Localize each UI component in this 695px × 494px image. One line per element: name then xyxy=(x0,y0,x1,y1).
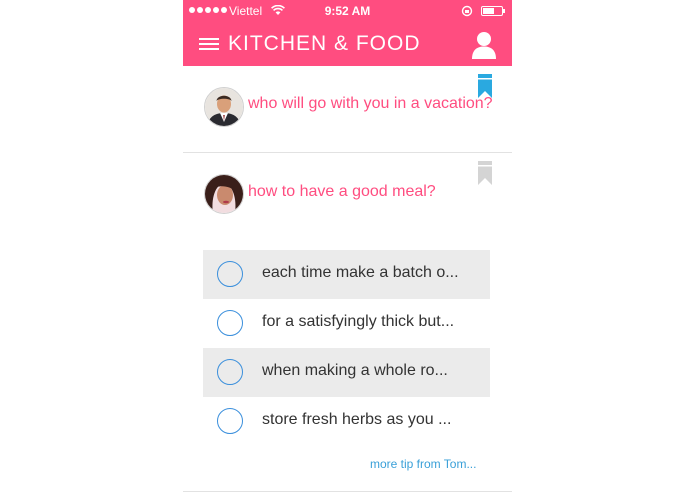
question-card: who will go with you in a vacation? xyxy=(183,66,512,153)
tip-text: for a satisfyingly thick but... xyxy=(262,313,455,330)
phone-screen: Viettel 9:52 AM KITCHEN & FOOD who will … xyxy=(183,0,512,494)
rotation-lock-icon xyxy=(461,5,473,20)
battery-fill xyxy=(483,8,494,14)
hamburger-menu-icon[interactable] xyxy=(199,38,219,50)
tip-text: each time make a batch o... xyxy=(262,264,459,281)
tip-text: when making a whole ro... xyxy=(262,362,448,379)
status-bar: Viettel 9:52 AM xyxy=(183,0,512,22)
profile-icon[interactable] xyxy=(471,31,497,64)
nav-bar: KITCHEN & FOOD xyxy=(183,22,512,66)
tip-option[interactable]: store fresh herbs as you ... xyxy=(203,397,490,446)
radio-circle-icon[interactable] xyxy=(217,310,243,336)
question-text[interactable]: how to have a good meal? xyxy=(248,183,436,201)
radio-circle-icon[interactable] xyxy=(217,359,243,385)
radio-circle-icon[interactable] xyxy=(217,408,243,434)
tip-option[interactable]: each time make a batch o... xyxy=(203,250,490,299)
tip-list: each time make a batch o... for a satisf… xyxy=(203,250,490,446)
top-bar: Viettel 9:52 AM KITCHEN & FOOD xyxy=(183,0,512,66)
tip-option[interactable]: for a satisfyingly thick but... xyxy=(203,299,490,348)
bookmark-icon[interactable] xyxy=(478,161,492,190)
question-card: how to have a good meal? each time make … xyxy=(183,153,512,491)
radio-circle-icon[interactable] xyxy=(217,261,243,287)
tip-text: store fresh herbs as you ... xyxy=(262,411,452,428)
battery-icon xyxy=(481,6,505,16)
divider xyxy=(183,491,512,492)
question-text[interactable]: who will go with you in a vacation? xyxy=(248,95,493,113)
woman-avatar[interactable] xyxy=(204,174,244,214)
page-title: KITCHEN & FOOD xyxy=(228,32,421,55)
man-avatar[interactable] xyxy=(204,87,244,127)
more-tips-link[interactable]: more tip from Tom... xyxy=(370,457,476,471)
tip-option[interactable]: when making a whole ro... xyxy=(203,348,490,397)
